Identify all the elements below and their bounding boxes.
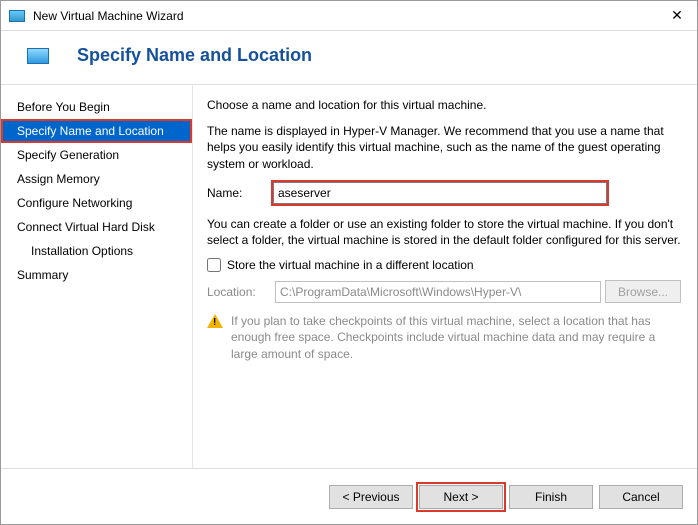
step-assign-memory[interactable]: Assign Memory: [1, 167, 192, 191]
wizard-body: Before You Begin Specify Name and Locati…: [1, 84, 697, 468]
step-before-you-begin[interactable]: Before You Begin: [1, 95, 192, 119]
step-configure-networking[interactable]: Configure Networking: [1, 191, 192, 215]
page-title: Specify Name and Location: [77, 45, 312, 66]
location-label: Location:: [207, 285, 271, 299]
browse-button: Browse...: [605, 280, 681, 303]
previous-button[interactable]: < Previous: [329, 485, 413, 509]
close-icon[interactable]: ✕: [657, 1, 697, 31]
app-icon: [9, 10, 25, 22]
name-row: Name:: [207, 182, 681, 204]
folder-description: You can create a folder or use an existi…: [207, 216, 681, 248]
titlebar: New Virtual Machine Wizard ✕: [1, 1, 697, 31]
step-installation-options[interactable]: Installation Options: [1, 239, 192, 263]
location-row: Location: Browse...: [207, 280, 681, 303]
steps-sidebar: Before You Begin Specify Name and Locati…: [1, 85, 193, 468]
step-connect-vhd[interactable]: Connect Virtual Hard Disk: [1, 215, 192, 239]
step-summary[interactable]: Summary: [1, 263, 192, 287]
window-title: New Virtual Machine Wizard: [33, 9, 657, 23]
next-button[interactable]: Next >: [419, 485, 503, 509]
warning-icon: [207, 314, 223, 328]
main-panel: Choose a name and location for this virt…: [193, 85, 697, 468]
page-header: Specify Name and Location: [1, 31, 697, 84]
store-diff-checkbox[interactable]: [207, 258, 221, 272]
wizard-window: New Virtual Machine Wizard ✕ Specify Nam…: [0, 0, 698, 525]
warning-row: If you plan to take checkpoints of this …: [207, 313, 681, 362]
location-input: [275, 281, 601, 303]
name-input[interactable]: [273, 182, 607, 204]
name-description: The name is displayed in Hyper-V Manager…: [207, 123, 681, 172]
step-specify-generation[interactable]: Specify Generation: [1, 143, 192, 167]
store-diff-row: Store the virtual machine in a different…: [207, 258, 681, 272]
name-label: Name:: [207, 186, 273, 200]
finish-button[interactable]: Finish: [509, 485, 593, 509]
cancel-button[interactable]: Cancel: [599, 485, 683, 509]
warning-text: If you plan to take checkpoints of this …: [231, 313, 681, 362]
intro-text: Choose a name and location for this virt…: [207, 97, 681, 113]
footer: < Previous Next > Finish Cancel: [1, 468, 697, 524]
vm-icon: [27, 48, 49, 64]
step-specify-name-location[interactable]: Specify Name and Location: [1, 119, 192, 143]
store-diff-label: Store the virtual machine in a different…: [227, 258, 474, 272]
